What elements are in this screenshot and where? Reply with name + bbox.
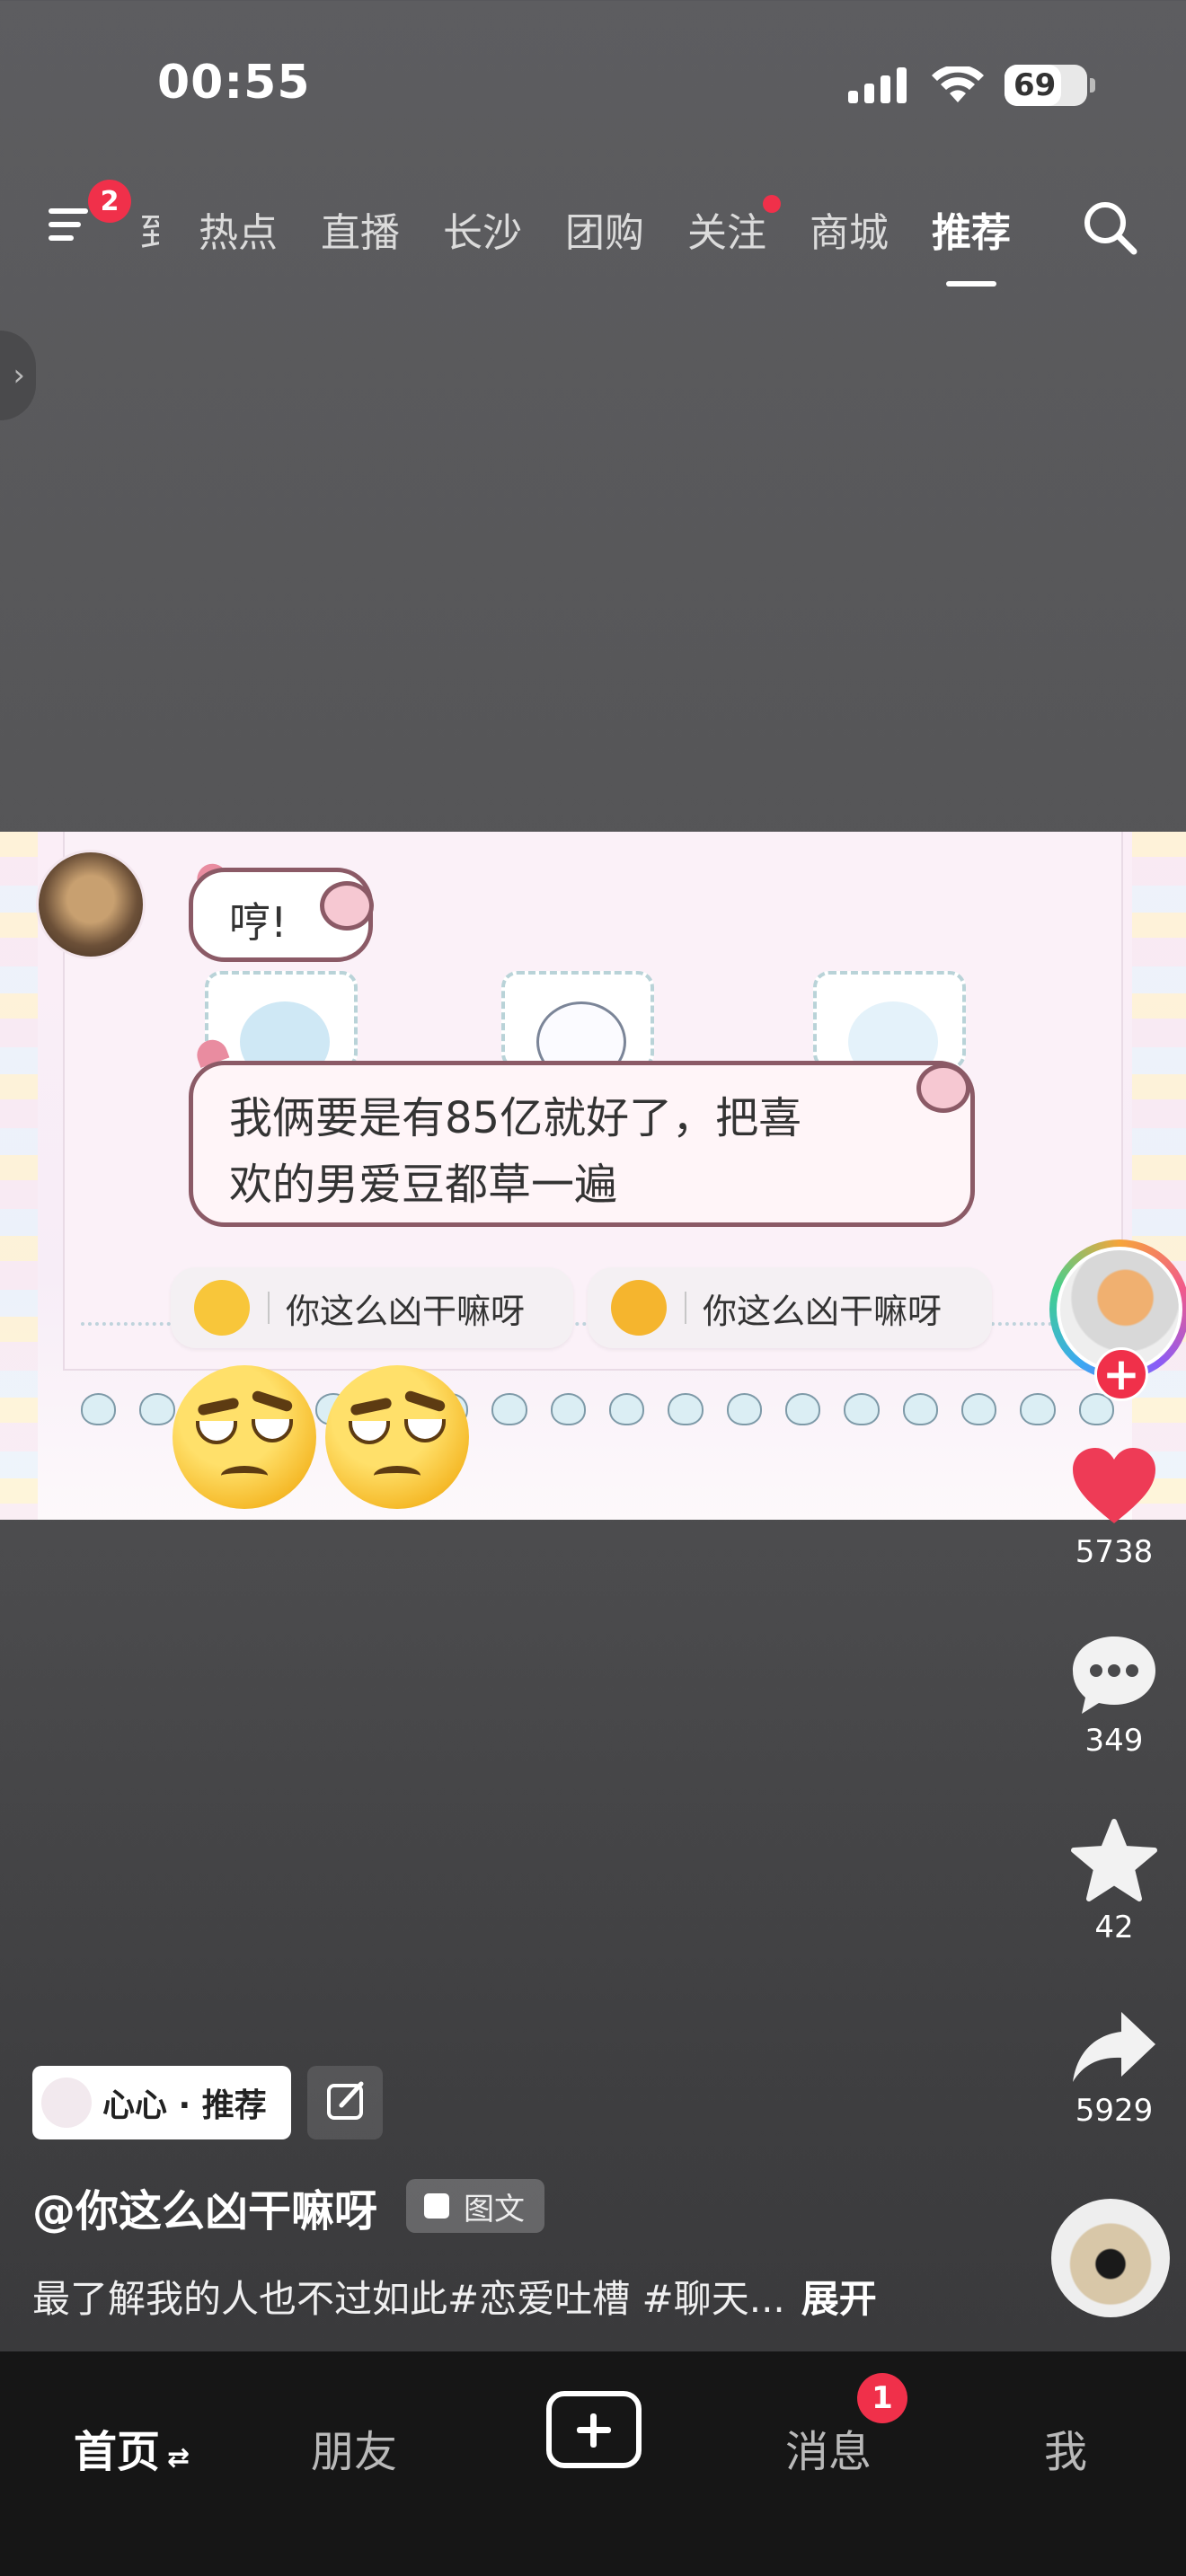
tab-following[interactable]: 关注 [687, 195, 781, 258]
emoji-brow [403, 1389, 447, 1413]
recommend-tag-text: 心心 · 推荐 [102, 2087, 267, 2124]
emoji-brow [350, 1397, 393, 1416]
tab-friends[interactable]: 朋友 [311, 2416, 397, 2479]
pig-face-icon [916, 1063, 970, 1113]
mini-creature-icon [608, 1393, 645, 1425]
pig-face-icon [320, 881, 374, 931]
tab-home-label: 首页 [74, 2427, 161, 2477]
sticker-frame-2 [501, 971, 654, 1082]
star-icon [1071, 1819, 1157, 1901]
following-dot [763, 195, 781, 213]
emoji-brow [197, 1397, 240, 1416]
chat-bubble-2: 我俩要是有85亿就好了，把喜 欢的男爱豆都草一遍 [189, 1061, 975, 1227]
annoyed-emoji-icon [173, 1365, 316, 1509]
side-drawer-handle[interactable]: › [0, 331, 36, 420]
tab-changsha[interactable]: 长沙 [443, 200, 522, 258]
tab-messages[interactable]: 消息 [785, 2416, 872, 2479]
mini-creature-icon [550, 1393, 586, 1425]
post-description[interactable]: 最了解我的人也不过如此#恋爱吐槽 #聊天... 展开 [32, 2269, 877, 2324]
share-button[interactable]: 5929 [1042, 2008, 1186, 2129]
post-type-label: 图文 [464, 2191, 525, 2228]
mini-creature-icon [902, 1393, 938, 1425]
like-button[interactable]: 5738 [1042, 1446, 1186, 1570]
share-count: 5929 [1075, 2093, 1154, 2129]
comment-count: 349 [1084, 1723, 1144, 1759]
top-nav: 2 到 热点 直播 长沙 团购 关注 商城 推荐 [0, 180, 1186, 287]
emoji-mouth [374, 1466, 420, 1486]
messages-badge: 1 [857, 2373, 907, 2423]
heart-eyes-emoji-icon [611, 1280, 667, 1336]
chat-bubble-1-text: 哼! [229, 898, 288, 947]
swap-arrows-icon: ⇄ [167, 2442, 190, 2474]
post-type-badge: 图文 [406, 2179, 544, 2233]
chip-divider [685, 1292, 686, 1324]
status-time: 00:55 [157, 56, 311, 110]
chevron-right-icon: › [13, 357, 25, 393]
post-image[interactable]: 哼! 我俩要是有85亿就好了，把喜 欢的男爱豆都草一遍 你这么凶干嘛呀 你这么凶… [0, 832, 1186, 1520]
emoji-brow [251, 1389, 294, 1413]
expand-link[interactable]: 展开 [801, 2277, 877, 2321]
author-name[interactable]: @你这么凶干嘛呀 [32, 2175, 377, 2238]
music-disc-icon[interactable] [1051, 2199, 1170, 2317]
favorite-button[interactable]: 42 [1042, 1818, 1186, 1945]
reaction-chip-1: 你这么凶干嘛呀 [171, 1267, 573, 1348]
favorite-count: 42 [1094, 1910, 1134, 1945]
tab-me[interactable]: 我 [1044, 2416, 1087, 2479]
mini-creature-icon [491, 1393, 527, 1425]
chat-bubble-2-line2: 欢的男爱豆都草一遍 [229, 1160, 618, 1210]
tag-avatar-icon [41, 2078, 92, 2128]
emoji-mouth [221, 1466, 268, 1486]
chip-divider [268, 1292, 270, 1324]
emoji-eye [404, 1419, 446, 1442]
mini-creature-icon [726, 1393, 762, 1425]
tab-hot[interactable]: 热点 [199, 200, 278, 258]
lace-border-left [0, 832, 38, 1520]
emoji-eye [196, 1421, 237, 1444]
comment-icon [1073, 1636, 1155, 1714]
tab-mall[interactable]: 商城 [810, 200, 889, 258]
sticker-frame-3 [813, 971, 966, 1082]
mini-creature-icon [784, 1393, 821, 1425]
star-eyes-emoji-icon [194, 1280, 250, 1336]
action-column: + 5738 349 42 5929 [1042, 0, 1186, 2576]
heart-icon [1073, 1448, 1155, 1523]
menu-badge: 2 [88, 180, 131, 223]
emoji-eye [349, 1421, 390, 1444]
bottom-tab-bar: 首页 ⇄ 朋友 消息 1 我 [0, 2351, 1186, 2576]
mini-creature-icon [139, 1393, 175, 1425]
tab-recommend[interactable]: 推荐 [932, 200, 1011, 287]
create-post-button[interactable] [546, 2391, 642, 2468]
tab-group-buy[interactable]: 团购 [565, 200, 644, 258]
image-text-icon [424, 2193, 449, 2219]
comment-button[interactable]: 349 [1042, 1633, 1186, 1759]
chat-avatar [36, 850, 146, 959]
nav-tabs: 到 热点 直播 长沙 团购 关注 商城 推荐 [139, 195, 1054, 287]
mini-creature-icon [668, 1393, 704, 1425]
reaction-chip-1-text: 你这么凶干嘛呀 [286, 1291, 526, 1331]
tab-following-label: 关注 [687, 210, 766, 256]
tab-live[interactable]: 直播 [321, 200, 400, 258]
chat-bubble-2-line1: 我俩要是有85亿就好了，把喜 [229, 1093, 802, 1143]
emoji-eye [252, 1419, 293, 1442]
tab-partial[interactable]: 到 [139, 200, 159, 258]
follow-plus-button[interactable]: + [1094, 1347, 1148, 1401]
edit-icon [327, 2081, 364, 2120]
mini-creature-icon [81, 1393, 117, 1425]
cellular-signal-icon [848, 67, 907, 103]
share-arrow-icon [1073, 2012, 1155, 2082]
post-description-text: 最了解我的人也不过如此#恋爱吐槽 #聊天... [32, 2277, 785, 2321]
wifi-icon [932, 66, 984, 102]
edit-button[interactable] [307, 2066, 383, 2139]
mini-creature-icon [960, 1393, 997, 1425]
reaction-chip-2: 你这么凶干嘛呀 [588, 1267, 992, 1348]
like-count: 5738 [1075, 1534, 1154, 1570]
annoyed-emoji-icon [325, 1365, 469, 1509]
mini-creature-icon [844, 1393, 880, 1425]
recommend-tag[interactable]: 心心 · 推荐 [32, 2066, 291, 2139]
reaction-chip-2-text: 你这么凶干嘛呀 [703, 1291, 943, 1331]
tab-home[interactable]: 首页 ⇄ [74, 2416, 190, 2479]
